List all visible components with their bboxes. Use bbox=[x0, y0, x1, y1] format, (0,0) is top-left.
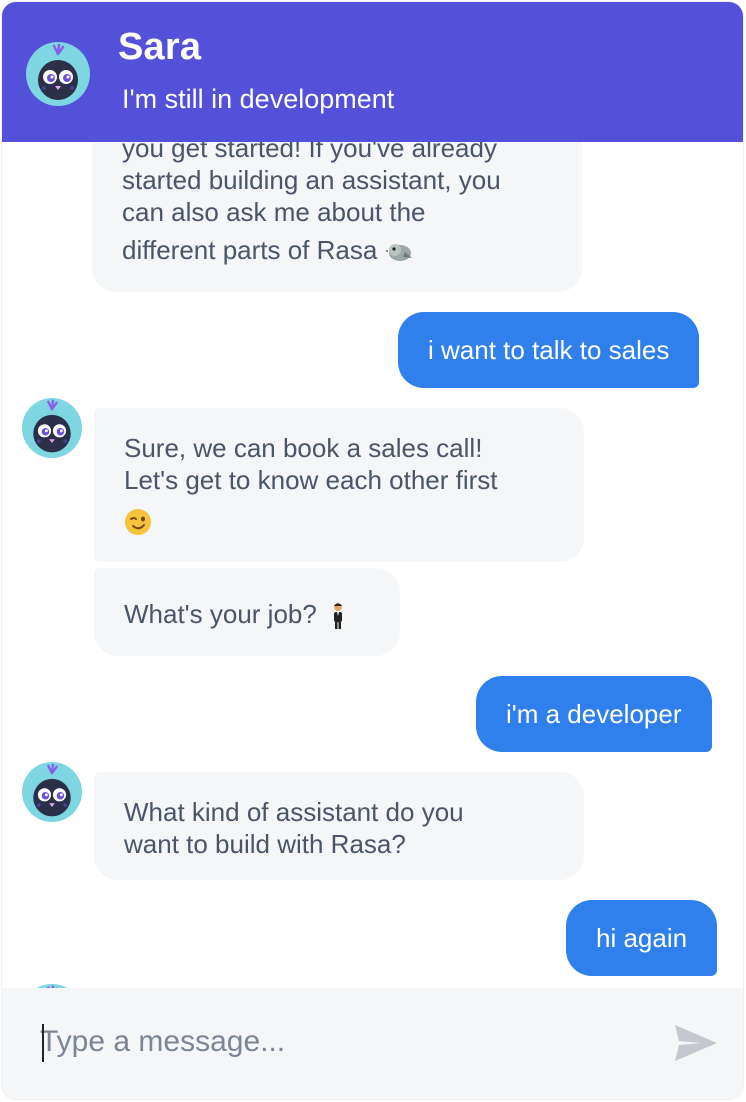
message-list[interactable]: you get started! If you've already start… bbox=[2, 2, 743, 988]
bot-status-subtitle: I'm still in development bbox=[122, 84, 395, 114]
send-icon bbox=[675, 1024, 717, 1061]
bot-message-text: What's your job? bbox=[124, 599, 317, 629]
bot-message-line: started building an assistant, you bbox=[122, 165, 501, 195]
user-message: i'm a developer bbox=[476, 676, 712, 752]
bot-name: Sara bbox=[118, 26, 202, 68]
bot-message: Sure, we can book a sales call! Let's ge… bbox=[94, 408, 584, 562]
bird-emoji-icon bbox=[384, 244, 412, 262]
winking-face-emoji-icon bbox=[125, 509, 151, 536]
bot-message-line: different parts of Rasa bbox=[122, 234, 552, 266]
chat-header: Sara I'm still in development bbox=[2, 2, 743, 142]
person-in-suit-emoji-icon bbox=[334, 603, 343, 630]
user-message: i want to talk to sales bbox=[398, 312, 700, 388]
bot-message-line bbox=[124, 504, 554, 536]
bot-message-line: What kind of assistant do you bbox=[124, 797, 464, 827]
chat-widget: you get started! If you've already start… bbox=[2, 2, 743, 1099]
bot-message-line: Let's get to know each other first bbox=[124, 465, 498, 495]
bot-avatar-icon bbox=[22, 398, 82, 458]
bot-message-line: What's your job? bbox=[124, 598, 370, 630]
message-input[interactable] bbox=[40, 1010, 640, 1074]
send-button[interactable] bbox=[670, 1018, 722, 1070]
bot-message-text: different parts of Rasa bbox=[122, 235, 378, 265]
owl-bot-avatar-icon bbox=[26, 42, 90, 106]
bot-avatar-icon bbox=[22, 762, 82, 822]
bot-message: What's your job? bbox=[94, 568, 400, 656]
bot-message-line: want to build with Rasa? bbox=[124, 829, 406, 859]
user-message: hi again bbox=[566, 900, 718, 976]
message-composer bbox=[2, 988, 743, 1099]
bot-message: What kind of assistant do you want to bu… bbox=[94, 772, 584, 880]
text-caret bbox=[42, 1024, 44, 1062]
bot-message-line: Sure, we can book a sales call! bbox=[124, 433, 483, 463]
bot-message-line: can also ask me about the bbox=[122, 197, 426, 227]
